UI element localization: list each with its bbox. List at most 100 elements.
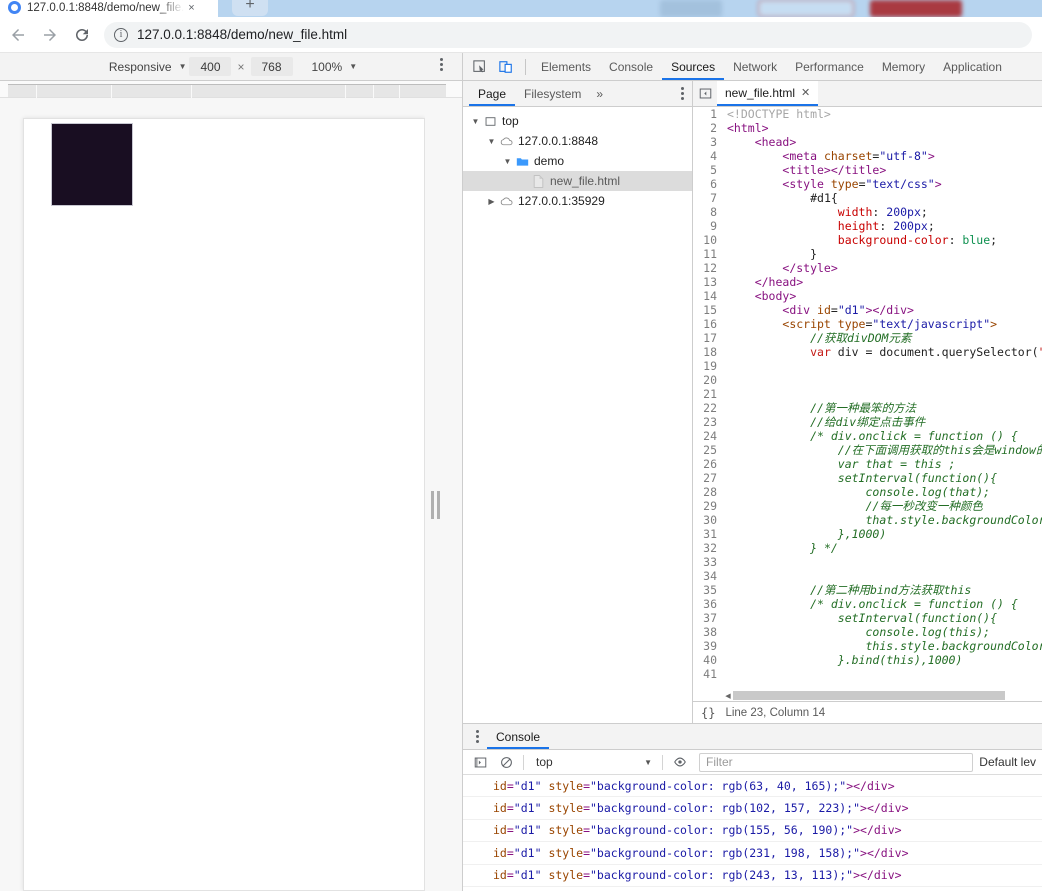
console-message[interactable]: id="d1" style="background-color: rgb(102… <box>463 797 1042 820</box>
file-tree-row[interactable]: new_file.html <box>463 171 692 191</box>
code-line[interactable]: 33 <box>693 555 1042 569</box>
code-line[interactable]: 29 //每一秒改变一种颜色 <box>693 499 1042 513</box>
navigator-tab-page[interactable]: Page <box>469 81 516 106</box>
clear-console-icon[interactable] <box>493 750 519 774</box>
drawer-tab-console[interactable]: Console <box>487 724 550 749</box>
viewport-width-input[interactable] <box>189 57 232 76</box>
blurred-toolbar-item-4[interactable] <box>1000 0 1022 17</box>
code-line[interactable]: 15 <div id="d1"></div> <box>693 303 1042 317</box>
resize-grip-icon[interactable] <box>431 491 440 519</box>
scroll-left-icon[interactable]: ◀ <box>723 692 733 700</box>
rendered-page-frame[interactable] <box>23 118 425 891</box>
viewport-height-input[interactable] <box>250 57 293 76</box>
device-toolbar-icon[interactable] <box>493 55 519 79</box>
site-info-icon[interactable]: i <box>114 27 128 42</box>
device-toolbar-more-icon[interactable] <box>434 58 448 71</box>
code-line[interactable]: 40 }.bind(this),1000) <box>693 653 1042 667</box>
console-filter-input[interactable]: Filter <box>699 752 974 772</box>
code-line[interactable]: 19 <box>693 359 1042 373</box>
code-line[interactable]: 21 <box>693 387 1042 401</box>
code-line[interactable]: 10 background-color: blue; <box>693 233 1042 247</box>
code-line[interactable]: 8 width: 200px; <box>693 205 1042 219</box>
inspect-element-icon[interactable] <box>467 55 493 79</box>
devtools-tab-elements[interactable]: Elements <box>532 53 600 80</box>
blurred-toolbar-item-3[interactable] <box>870 0 962 17</box>
code-line[interactable]: 20 <box>693 373 1042 387</box>
drawer-more-tools-icon[interactable] <box>467 730 487 743</box>
devtools-tab-memory[interactable]: Memory <box>873 53 934 80</box>
code-line[interactable]: 18 var div = document.querySelector("#d <box>693 345 1042 359</box>
code-line[interactable]: 7 #d1{ <box>693 191 1042 205</box>
code-line[interactable]: 35 //第二种用bind方法获取this <box>693 583 1042 597</box>
devtools-tab-console[interactable]: Console <box>600 53 662 80</box>
code-line[interactable]: 22 //第一种最笨的方法 <box>693 401 1042 415</box>
pretty-print-icon[interactable]: {} <box>701 706 715 720</box>
demo-div-d1[interactable] <box>51 123 133 206</box>
navigator-tab-filesystem[interactable]: Filesystem <box>515 81 590 106</box>
code-line[interactable]: 12 </style> <box>693 261 1042 275</box>
blurred-toolbar-item-1[interactable] <box>660 0 722 17</box>
code-line[interactable]: 41 <box>693 667 1042 681</box>
code-line[interactable]: 36 /* div.onclick = function () { <box>693 597 1042 611</box>
code-line[interactable]: 23 //给div绑定点击事件 <box>693 415 1042 429</box>
devtools-tab-performance[interactable]: Performance <box>786 53 873 80</box>
console-message[interactable]: id="d1" style="background-color: rgb(63,… <box>463 775 1042 798</box>
chevron-down-icon[interactable]: ▼ <box>469 117 482 126</box>
code-line[interactable]: 4 <meta charset="utf-8"> <box>693 149 1042 163</box>
close-tab-icon[interactable]: × <box>188 2 194 14</box>
new-tab-button[interactable]: + <box>232 0 268 16</box>
chevron-right-icon[interactable]: ▶ <box>485 197 498 206</box>
console-log-level-select[interactable]: Default lev <box>979 755 1042 769</box>
scrollbar-thumb[interactable] <box>733 691 1005 700</box>
code-line[interactable]: 27 setInterval(function(){ <box>693 471 1042 485</box>
execution-context-icon[interactable] <box>467 750 493 774</box>
close-icon[interactable]: ✕ <box>801 86 810 99</box>
console-prompt[interactable]: ❯ <box>463 887 1042 891</box>
show-navigator-icon[interactable] <box>693 81 717 107</box>
file-tree-row[interactable]: ▼ 127.0.0.1:8848 <box>463 131 692 151</box>
reload-icon[interactable] <box>68 21 96 49</box>
code-line[interactable]: 1 <!DOCTYPE html> <box>693 107 1042 121</box>
code-line[interactable]: 25 //在下面调用获取的this会是window的 <box>693 443 1042 457</box>
zoom-select[interactable]: 100% ▼ <box>308 60 358 74</box>
file-tree-row[interactable]: ▶ 127.0.0.1:35929 <box>463 191 692 211</box>
devtools-tab-network[interactable]: Network <box>724 53 786 80</box>
code-line[interactable]: 14 <body> <box>693 289 1042 303</box>
navigator-more-tabs-icon[interactable]: » <box>590 87 609 101</box>
code-line[interactable]: 32 } */ <box>693 541 1042 555</box>
code-line[interactable]: 17 //获取divDOM元素 <box>693 331 1042 345</box>
back-arrow-icon[interactable] <box>4 21 32 49</box>
editor-tab-file[interactable]: new_file.html ✕ <box>717 81 819 106</box>
code-line[interactable]: 26 var that = this ; <box>693 457 1042 471</box>
devtools-tab-sources[interactable]: Sources <box>662 53 725 80</box>
code-line[interactable]: 6 <style type="text/css"> <box>693 177 1042 191</box>
code-line[interactable]: 9 height: 200px; <box>693 219 1042 233</box>
code-line[interactable]: 28 console.log(that); <box>693 485 1042 499</box>
file-tree-row[interactable]: ▼ top <box>463 111 692 131</box>
code-line[interactable]: 3 <head> <box>693 135 1042 149</box>
navigator-options-icon[interactable] <box>681 87 684 100</box>
code-line[interactable]: 37 setInterval(function(){ <box>693 611 1042 625</box>
devtools-tab-application[interactable]: Application <box>934 53 1011 80</box>
console-message[interactable]: id="d1" style="background-color: rgb(231… <box>463 842 1042 865</box>
code-line[interactable]: 5 <title></title> <box>693 163 1042 177</box>
viewport-resize-handle[interactable] <box>425 98 462 891</box>
code-line[interactable]: 13 </head> <box>693 275 1042 289</box>
code-line[interactable]: 2 <html> <box>693 121 1042 135</box>
code-line[interactable]: 11 } <box>693 247 1042 261</box>
console-context-select[interactable]: top ▼ <box>528 752 658 772</box>
live-expression-icon[interactable] <box>667 750 693 774</box>
file-tree-row[interactable]: ▼ demo <box>463 151 692 171</box>
editor-horizontal-scrollbar[interactable]: ◀ <box>723 691 1042 700</box>
code-line[interactable]: 16 <script type="text/javascript"> <box>693 317 1042 331</box>
console-message[interactable]: id="d1" style="background-color: rgb(155… <box>463 820 1042 843</box>
console-message[interactable]: id="d1" style="background-color: rgb(243… <box>463 865 1042 887</box>
device-select[interactable]: Responsive ▼ <box>105 60 187 74</box>
code-line[interactable]: 24 /* div.onclick = function () { <box>693 429 1042 443</box>
code-line[interactable]: 31 },1000) <box>693 527 1042 541</box>
blurred-toolbar-item-2[interactable] <box>758 0 854 17</box>
chevron-down-icon[interactable]: ▼ <box>485 137 498 146</box>
address-bar[interactable]: i 127.0.0.1:8848/demo/new_file.html <box>104 21 1032 48</box>
code-line[interactable]: 39 this.style.backgroundColor = <box>693 639 1042 653</box>
browser-tab-active[interactable]: 127.0.0.1:8848/demo/new_file. × <box>0 0 218 17</box>
